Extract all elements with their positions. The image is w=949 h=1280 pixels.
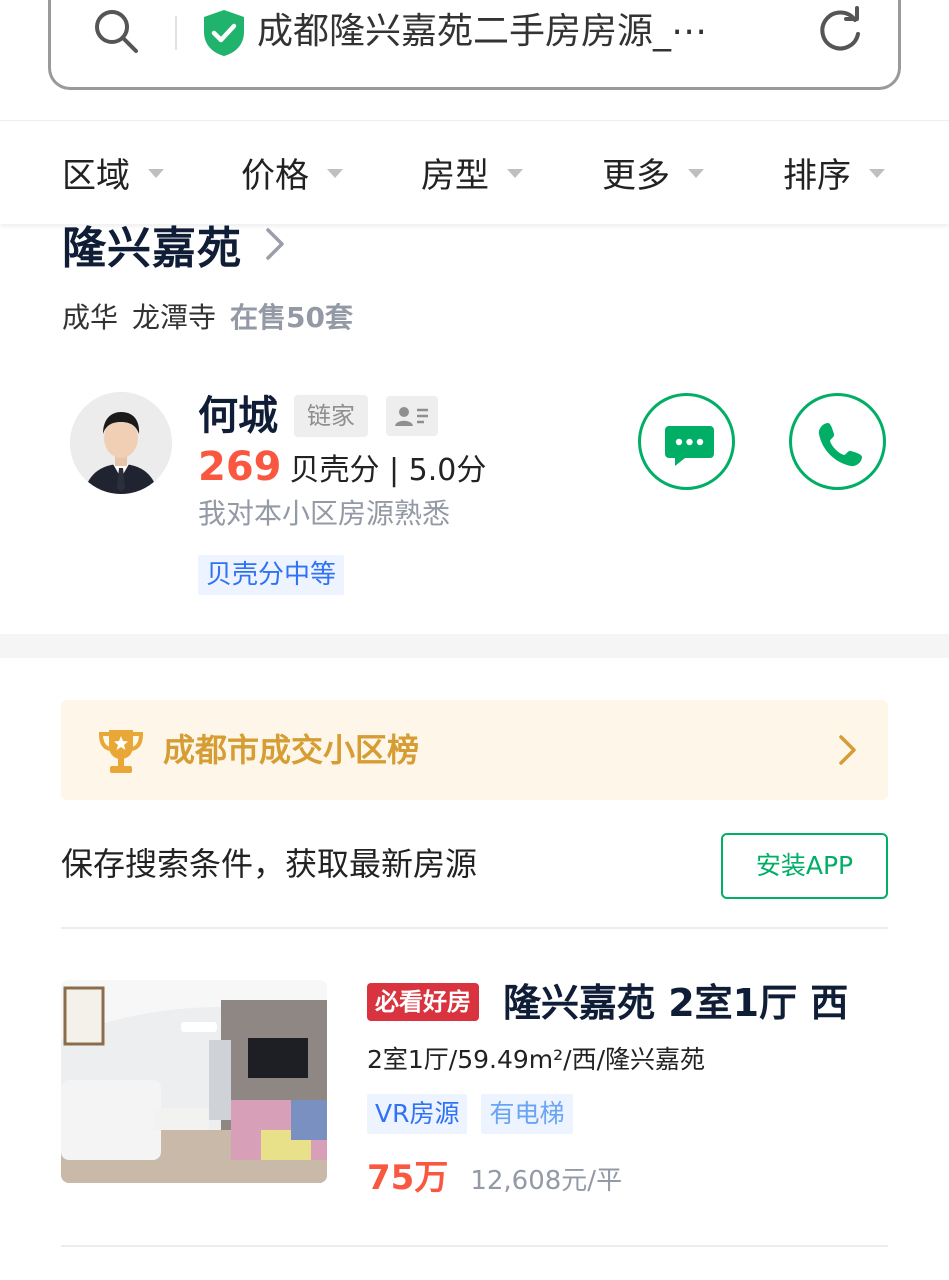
search-icon[interactable] (91, 6, 141, 56)
listing-room-image (61, 980, 327, 1183)
trophy-icon (98, 730, 144, 773)
save-search-text: 保存搜索条件，获取最新房源 (61, 845, 478, 883)
agent-brand-badge: 链家 (294, 395, 368, 437)
community-on-sale-count: 在售50套 (230, 301, 353, 334)
shield-check-icon (204, 10, 244, 56)
ranking-label: 成都市成交小区榜 (163, 731, 420, 769)
listing-price: 75万 (367, 1158, 449, 1198)
must-see-badge: 必看好房 (367, 983, 479, 1021)
filter-label: 更多 (602, 155, 670, 196)
filter-layout[interactable]: 房型 (421, 149, 523, 196)
divider (61, 1245, 888, 1247)
agent-description: 我对本小区房源熟悉 (198, 497, 451, 530)
filter-more[interactable]: 更多 (602, 149, 704, 196)
filter-label: 区域 (62, 155, 130, 196)
reload-icon[interactable] (815, 6, 865, 56)
filter-region[interactable]: 区域 (62, 149, 164, 196)
agent-score: 269 (198, 444, 282, 490)
agent-portrait (70, 392, 172, 494)
address-bar[interactable]: 成都隆兴嘉苑二手房房源_⋯ (48, 0, 901, 90)
url-text[interactable]: 成都隆兴嘉苑二手房房源_⋯ (257, 4, 757, 60)
id-card-icon[interactable] (386, 396, 438, 436)
call-button[interactable] (789, 393, 886, 490)
listing-tag-vr: VR房源 (367, 1094, 468, 1134)
community-title-link[interactable]: 隆兴嘉苑 (62, 216, 286, 274)
caret-down-icon (869, 168, 885, 178)
caret-down-icon (507, 168, 523, 178)
section-separator (0, 634, 949, 658)
filter-label: 排序 (783, 155, 851, 196)
listing-title[interactable]: 隆兴嘉苑 2室1厅 西 (503, 978, 848, 1028)
agent-score-row: 269 贝壳分 | 5.0分 (198, 444, 486, 492)
community-district: 成华 (62, 301, 119, 334)
chevron-right-icon (266, 228, 284, 260)
listing-unit-price: 12,608元/平 (470, 1166, 623, 1196)
agent-avatar[interactable] (70, 392, 172, 494)
ranking-banner[interactable]: 成都市成交小区榜 (61, 700, 888, 800)
chat-bubble-icon (665, 426, 714, 466)
agent-tag: 贝壳分中等 (198, 555, 345, 595)
listing-price-row: 75万 12,608元/平 (367, 1150, 622, 1199)
install-app-button[interactable]: 安装APP (721, 833, 888, 899)
filter-label: 价格 (241, 155, 309, 196)
phone-icon (818, 423, 862, 467)
caret-down-icon (148, 168, 164, 178)
chevron-right-icon (839, 735, 856, 765)
community-meta: 成华 龙潭寺 在售50套 (62, 296, 353, 336)
agent-name[interactable]: 何城 (198, 392, 278, 440)
filter-label: 房型 (421, 155, 489, 196)
divider (61, 927, 888, 929)
agent-score-text: 贝壳分 | 5.0分 (289, 453, 487, 488)
listing-tags: VR房源 有电梯 (367, 1094, 587, 1134)
filter-price[interactable]: 价格 (241, 149, 343, 196)
address-divider (175, 16, 177, 50)
chat-button[interactable] (638, 393, 735, 490)
browser-address-area: 成都隆兴嘉苑二手房房源_⋯ (0, 0, 949, 120)
filter-bar: 区域 价格 房型 更多 排序 (0, 120, 949, 224)
listing-photo[interactable] (61, 980, 327, 1183)
filter-sort[interactable]: 排序 (783, 149, 885, 196)
caret-down-icon (327, 168, 343, 178)
listing-info: 2室1厅/59.49m²/西/隆兴嘉苑 (367, 1045, 706, 1074)
caret-down-icon (688, 168, 704, 178)
community-area: 龙潭寺 (132, 301, 217, 334)
listing-tag-elevator: 有电梯 (481, 1094, 573, 1134)
